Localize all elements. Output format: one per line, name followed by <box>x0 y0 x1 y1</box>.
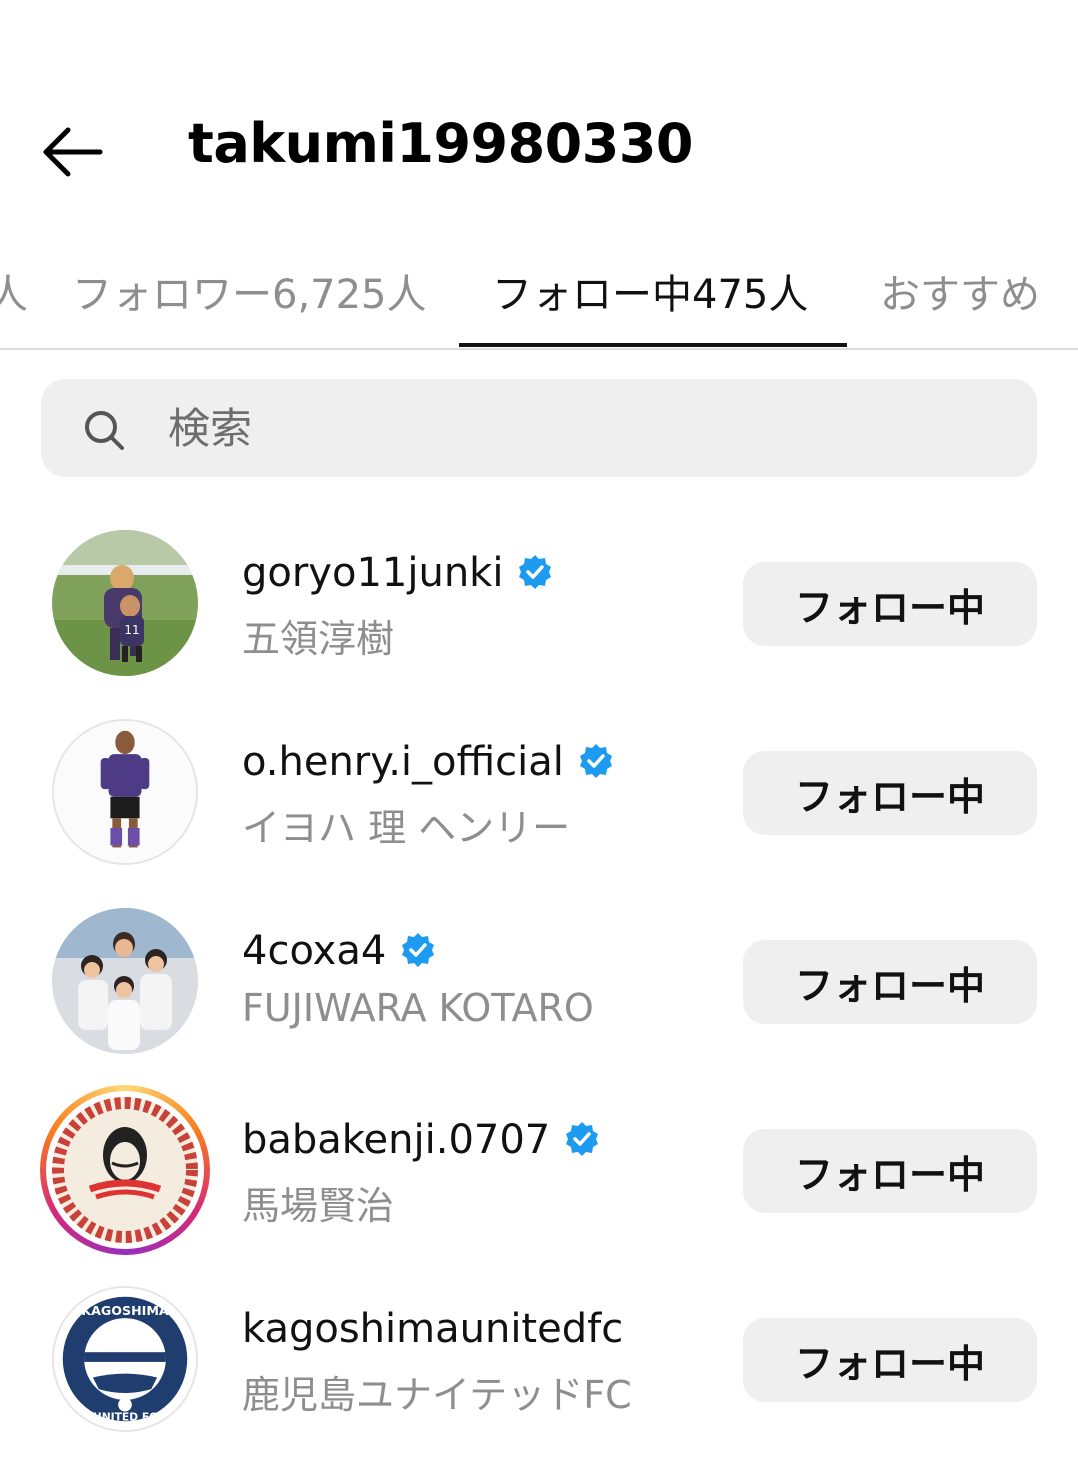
verified-badge-icon <box>402 933 435 967</box>
follow-tabs: 人 フォロワー6,725人 フォロー中475人 おすすめ <box>0 240 1078 350</box>
following-button[interactable]: フォロー中 <box>743 1318 1037 1402</box>
username-link[interactable]: kagoshimaunitedfc <box>242 1306 623 1352</box>
full-name: イヨハ 理 ヘンリー <box>242 806 571 850</box>
tab-mutual[interactable]: 人 <box>0 262 28 320</box>
list-item: babakenji.0707 馬場賢治 フォロー中 <box>0 1085 1078 1255</box>
avatar[interactable]: 11 <box>52 530 198 676</box>
back-arrow-icon[interactable] <box>40 120 104 184</box>
full-name: 馬場賢治 <box>242 1184 395 1228</box>
username: 4coxa4 <box>242 928 387 974</box>
tab-followers[interactable]: フォロワー6,725人 <box>72 262 427 320</box>
list-item: o.henry.i_official イヨハ 理 ヘンリー フォロー中 <box>0 719 1078 869</box>
avatar[interactable] <box>52 908 198 1054</box>
verified-badge-icon <box>519 555 552 589</box>
tab-following[interactable]: フォロー中475人 <box>492 262 808 320</box>
tab-suggested[interactable]: おすすめ <box>880 262 1040 320</box>
list-item: 11 goryo11junki 五領淳樹 フォロー中 <box>0 530 1078 680</box>
logo-text: UNITED FC <box>93 1410 157 1423</box>
username: babakenji.0707 <box>242 1117 551 1163</box>
following-button[interactable]: フォロー中 <box>743 940 1037 1024</box>
username-link[interactable]: 4coxa4 <box>242 928 436 974</box>
avatar[interactable] <box>52 719 198 865</box>
username-link[interactable]: o.henry.i_official <box>242 739 614 785</box>
username: o.henry.i_official <box>242 739 564 785</box>
avatar[interactable] <box>52 1097 198 1243</box>
avatar[interactable]: KAGOSHIMA UNITED FC <box>52 1286 198 1432</box>
list-item: 4coxa4 FUJIWARA KOTARO フォロー中 <box>0 908 1078 1058</box>
username-link[interactable]: goryo11junki <box>242 550 553 596</box>
username: goryo11junki <box>242 550 504 596</box>
following-button[interactable]: フォロー中 <box>743 1129 1037 1213</box>
story-ring[interactable] <box>40 1085 210 1255</box>
verified-badge-icon <box>579 744 612 778</box>
following-button[interactable]: フォロー中 <box>743 751 1037 835</box>
active-tab-indicator <box>459 343 847 347</box>
profile-username-title: takumi19980330 <box>188 112 693 175</box>
following-button[interactable]: フォロー中 <box>743 562 1037 646</box>
full-name: 五領淳樹 <box>242 617 395 661</box>
svg-text:11: 11 <box>124 623 139 637</box>
search-input[interactable] <box>168 396 988 460</box>
verified-badge-icon <box>566 1122 599 1156</box>
list-item: KAGOSHIMA UNITED FC kagoshimaunitedfc 鹿児… <box>0 1286 1078 1436</box>
top-app-bar: takumi19980330 <box>0 0 1078 230</box>
logo-text: KAGOSHIMA <box>81 1303 169 1318</box>
search-icon <box>82 408 126 452</box>
username-link[interactable]: babakenji.0707 <box>242 1117 600 1163</box>
full-name: 鹿児島ユナイテッドFC <box>242 1373 632 1417</box>
username: kagoshimaunitedfc <box>242 1306 624 1352</box>
full-name: FUJIWARA KOTARO <box>242 986 594 1030</box>
